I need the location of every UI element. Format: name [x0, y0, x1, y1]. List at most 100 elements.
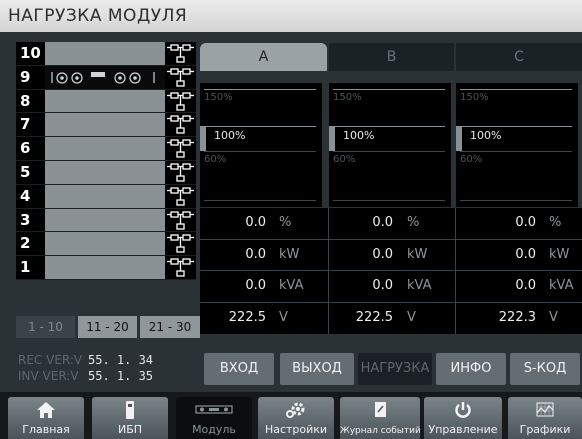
output-button[interactable]: ВЫХОД: [280, 353, 354, 385]
ups-icon: [126, 401, 134, 419]
measure-value: 0.0: [515, 246, 536, 262]
measure-unit: kW: [407, 246, 428, 262]
tab-module-label: Модуль: [192, 423, 236, 436]
log-icon: [375, 402, 386, 417]
gauge-label-150: 150%: [333, 92, 362, 103]
load-button[interactable]: НАГРУЗКА: [358, 353, 432, 385]
input-button[interactable]: ВХОД: [204, 353, 274, 385]
bottom-tab-bar: Главная ИБП Модуль Настройки Журнал собы…: [0, 392, 582, 439]
measure-unit: kVA: [407, 278, 432, 293]
measure-cell: 0.0%: [456, 208, 582, 240]
module-row-6[interactable]: 6: [16, 137, 196, 161]
network-icon: [165, 256, 196, 279]
network-icon: [165, 184, 196, 208]
tab-home[interactable]: Главная: [8, 397, 84, 439]
module-row-10[interactable]: 10: [16, 42, 196, 66]
gauge-label-100: 100%: [214, 129, 246, 142]
measure-value: 0.0: [245, 215, 266, 230]
page-button-1-10[interactable]: 1 - 10: [16, 316, 75, 338]
measure-value: 222.5: [228, 309, 266, 325]
module-row-1[interactable]: 1: [16, 256, 196, 280]
measure-unit: V: [279, 309, 288, 325]
measure-cell: 0.0%: [200, 208, 329, 240]
network-icon: [165, 89, 196, 113]
gauge-label-60: 60%: [204, 154, 227, 165]
module-number: 2: [16, 232, 45, 256]
tab-module[interactable]: Модуль: [176, 397, 252, 439]
tab-control[interactable]: Управление: [424, 397, 502, 439]
module-number: 9: [16, 65, 45, 89]
graph-icon: [536, 402, 554, 417]
tab-home-label: Главная: [22, 423, 70, 436]
module-number: 1: [16, 256, 45, 279]
tab-graphs-label: Графики: [519, 423, 571, 436]
tab-graphs[interactable]: Графики: [508, 397, 582, 439]
measure-value: 0.0: [515, 278, 536, 293]
phase-tab-b[interactable]: B: [329, 43, 454, 71]
module-row-5[interactable]: 5: [16, 160, 196, 185]
gauge-label-150: 150%: [204, 92, 233, 103]
measure-unit: kW: [549, 246, 570, 262]
module-load-bar: [45, 113, 165, 137]
phase-tab-a[interactable]: A: [200, 43, 327, 71]
module-load-bar: [45, 65, 165, 89]
module-pager: 1 - 10 11 - 20 21 - 30: [16, 316, 202, 338]
gauge-label-60: 60%: [460, 154, 483, 165]
module-number: 8: [16, 89, 45, 113]
measure-cell: 0.0 kW: [456, 240, 582, 271]
s-code-button[interactable]: S-КОД: [510, 353, 580, 385]
measure-value: 222.5: [355, 309, 393, 325]
rec-version-value: 55. 1. 34: [88, 353, 154, 367]
module-row-9[interactable]: 9: [16, 65, 196, 90]
measure-value: 0.0: [245, 246, 266, 262]
module-load-bar: [45, 160, 165, 184]
gauge-label-60: 60%: [333, 154, 356, 165]
network-icon: [165, 208, 196, 232]
tab-control-label: Управление: [428, 423, 498, 436]
module-row-2[interactable]: 2: [16, 232, 196, 257]
gauge-marker: [456, 126, 462, 151]
module-number: 5: [16, 160, 45, 184]
gauge-marker: [329, 126, 335, 151]
load-gauge-c: 150% 100% 60%: [456, 83, 578, 207]
gauge-marker: [200, 126, 206, 151]
page-button-21-30[interactable]: 21 - 30: [140, 316, 200, 338]
network-icon: [165, 137, 196, 160]
measure-cell: 0.0 kW: [329, 239, 456, 271]
tab-event-log-label: Журнал событий: [340, 426, 421, 436]
measure-cell: 0.0 kVA: [200, 271, 329, 303]
measure-unit: %: [549, 215, 562, 230]
module-row-3[interactable]: 3: [16, 208, 196, 233]
module-row-4[interactable]: 4: [16, 184, 196, 209]
gear-icon: [286, 402, 305, 418]
module-load-bar: [45, 232, 165, 256]
page-button-11-20[interactable]: 11 - 20: [78, 316, 137, 338]
module-load-bar: [45, 208, 165, 232]
tab-settings[interactable]: Настройки: [258, 397, 334, 439]
phase-tab-c[interactable]: C: [456, 43, 582, 71]
network-icon: [165, 42, 196, 65]
network-icon: [165, 113, 196, 137]
measure-unit: %: [279, 215, 292, 230]
measure-value: 0.0: [372, 246, 393, 262]
measure-cell: 0.0 kVA: [456, 271, 582, 303]
tab-ups[interactable]: ИБП: [92, 397, 168, 439]
module-row-7[interactable]: 7: [16, 113, 196, 138]
measure-cell: 0.0 kW: [200, 239, 329, 271]
measure-cell: 0.0 kVA: [329, 271, 456, 303]
info-button[interactable]: ИНФО: [436, 353, 506, 385]
main-panel: 10 9 8 7 6 5 4 3 2 1 1 - 10 11 - 20 21 -…: [0, 32, 582, 392]
module-list: 10 9 8 7 6 5 4 3 2 1: [16, 42, 196, 280]
gauge-label-100: 100%: [343, 129, 375, 142]
module-load-bar: [45, 256, 165, 279]
measure-unit: V: [549, 309, 558, 325]
tab-event-log[interactable]: Журнал событий: [340, 397, 421, 439]
network-icon: [165, 232, 196, 256]
tab-ups-label: ИБП: [117, 423, 143, 436]
module-row-8[interactable]: 8: [16, 89, 196, 114]
home-icon: [37, 402, 55, 418]
module-load-bar: [45, 137, 165, 160]
load-gauge-a: 150% 100% 60%: [200, 83, 322, 207]
measure-value: 222.3: [498, 309, 536, 325]
module-number: 6: [16, 137, 45, 160]
